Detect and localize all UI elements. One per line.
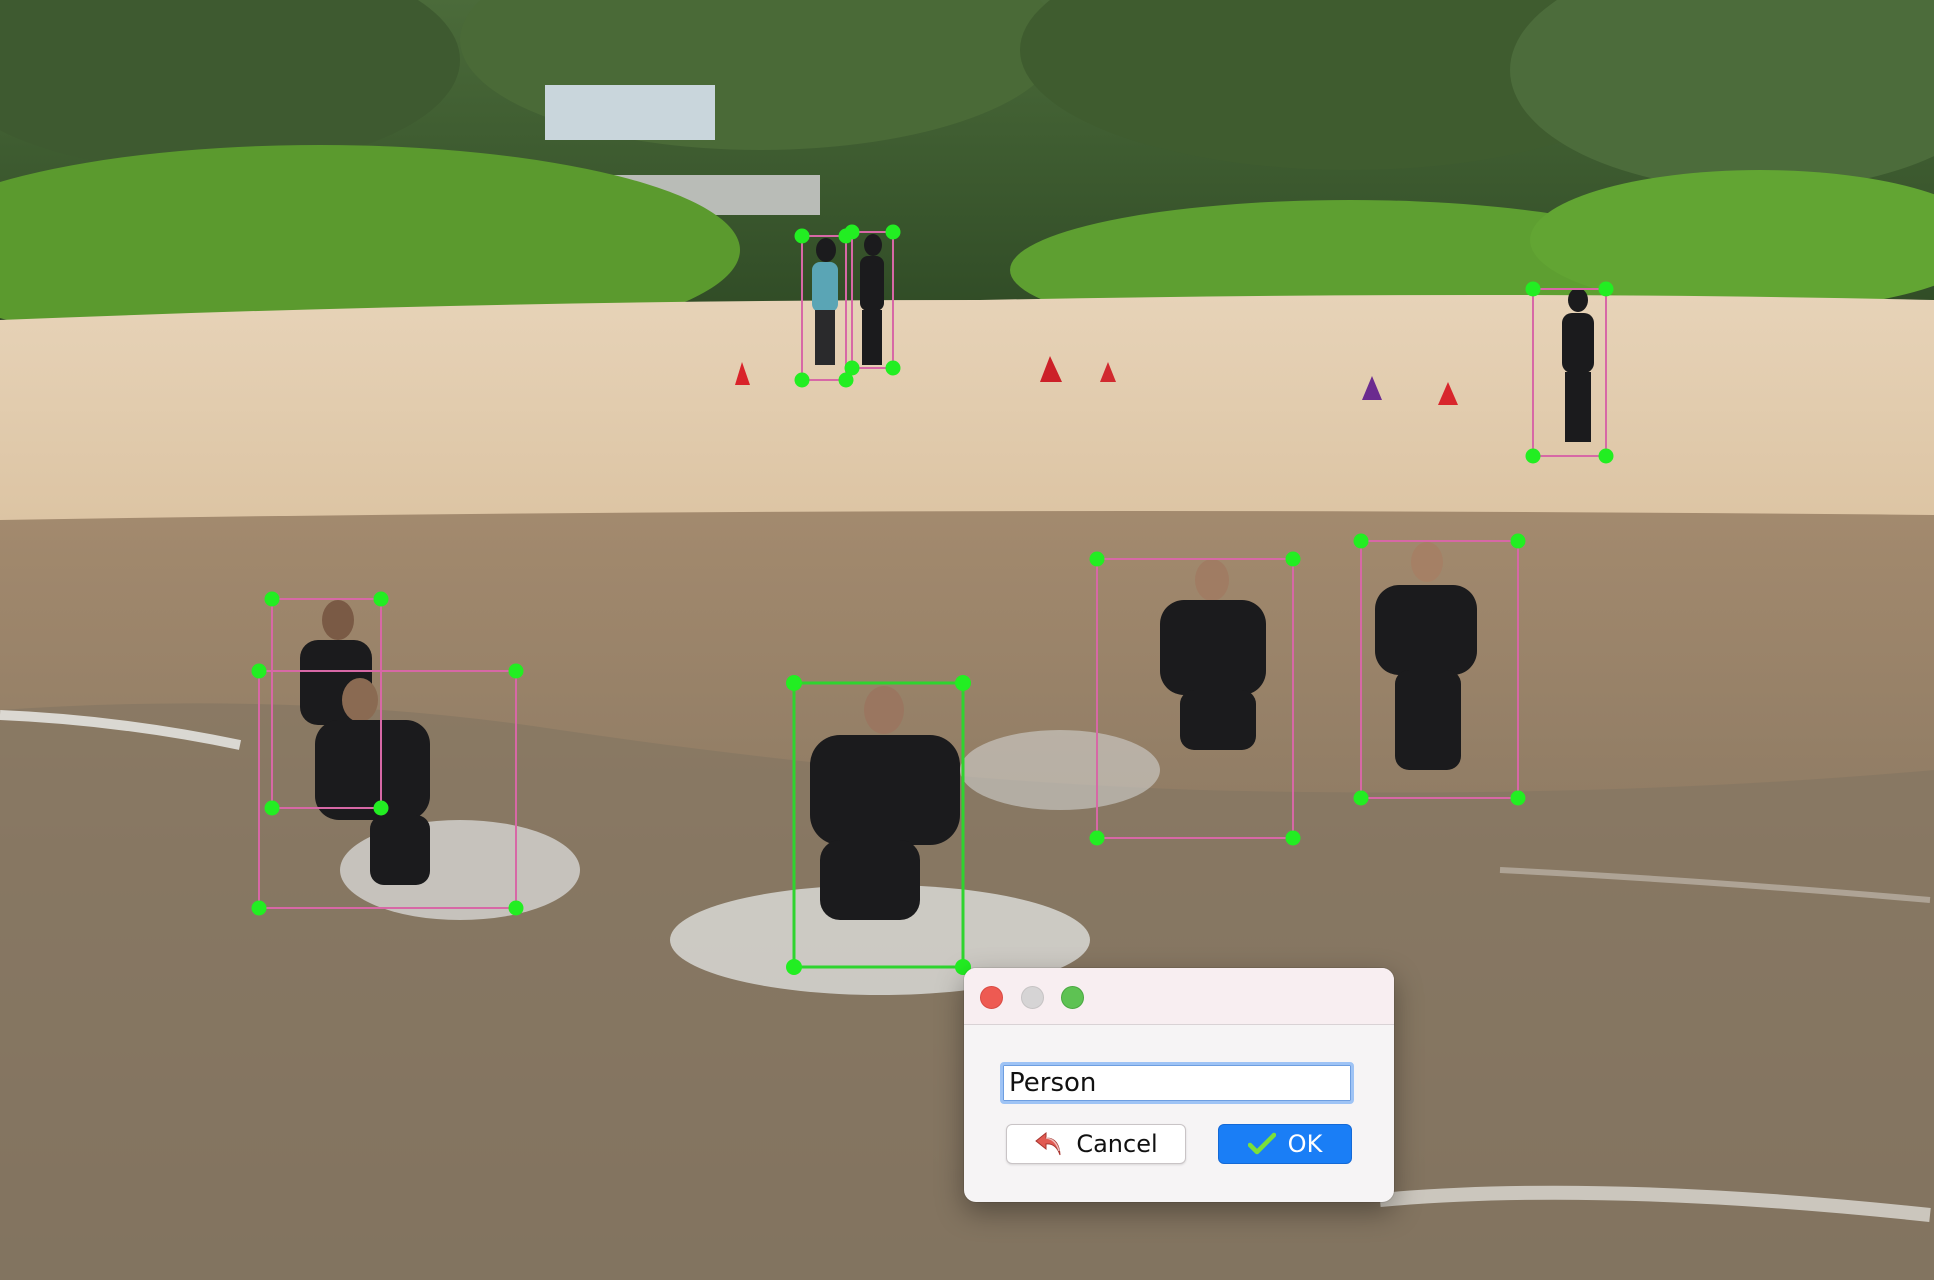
- resize-handle[interactable]: [1089, 551, 1105, 567]
- resize-handle[interactable]: [885, 360, 901, 376]
- maximize-window-button[interactable]: [1061, 986, 1084, 1009]
- resize-handle[interactable]: [1285, 830, 1301, 846]
- resize-handle[interactable]: [844, 224, 860, 240]
- annotation-canvas[interactable]: Cancel OK: [0, 0, 1934, 1280]
- resize-handle[interactable]: [264, 800, 280, 816]
- resize-handle[interactable]: [955, 675, 971, 691]
- close-window-button[interactable]: [980, 986, 1003, 1009]
- resize-handle[interactable]: [251, 900, 267, 916]
- resize-handle[interactable]: [786, 959, 802, 975]
- minimize-window-button[interactable]: [1021, 986, 1044, 1009]
- label-input[interactable]: [1000, 1062, 1354, 1104]
- label-dialog: Cancel OK: [964, 968, 1394, 1202]
- resize-handle[interactable]: [508, 663, 524, 679]
- resize-handle[interactable]: [373, 591, 389, 607]
- ok-button[interactable]: OK: [1218, 1124, 1352, 1164]
- resize-handle[interactable]: [373, 800, 389, 816]
- resize-handle[interactable]: [1598, 448, 1614, 464]
- resize-handle[interactable]: [794, 228, 810, 244]
- checkmark-icon: [1247, 1132, 1276, 1156]
- undo-arrow-icon: [1034, 1129, 1064, 1159]
- resize-handle[interactable]: [251, 663, 267, 679]
- resize-handle[interactable]: [1353, 533, 1369, 549]
- resize-handle[interactable]: [1510, 790, 1526, 806]
- resize-handle[interactable]: [1525, 281, 1541, 297]
- ok-label: OK: [1287, 1130, 1323, 1158]
- resize-handle[interactable]: [794, 372, 810, 388]
- resize-handle[interactable]: [1510, 533, 1526, 549]
- resize-handle[interactable]: [1598, 281, 1614, 297]
- cancel-button[interactable]: Cancel: [1006, 1124, 1186, 1164]
- resize-handle[interactable]: [885, 224, 901, 240]
- resize-handle[interactable]: [844, 360, 860, 376]
- resize-handle[interactable]: [264, 591, 280, 607]
- cancel-label: Cancel: [1076, 1130, 1158, 1158]
- resize-handle[interactable]: [1285, 551, 1301, 567]
- resize-handle[interactable]: [1353, 790, 1369, 806]
- resize-handle[interactable]: [786, 675, 802, 691]
- resize-handle[interactable]: [1525, 448, 1541, 464]
- dialog-titlebar[interactable]: [964, 968, 1394, 1025]
- resize-handle[interactable]: [1089, 830, 1105, 846]
- resize-handle[interactable]: [508, 900, 524, 916]
